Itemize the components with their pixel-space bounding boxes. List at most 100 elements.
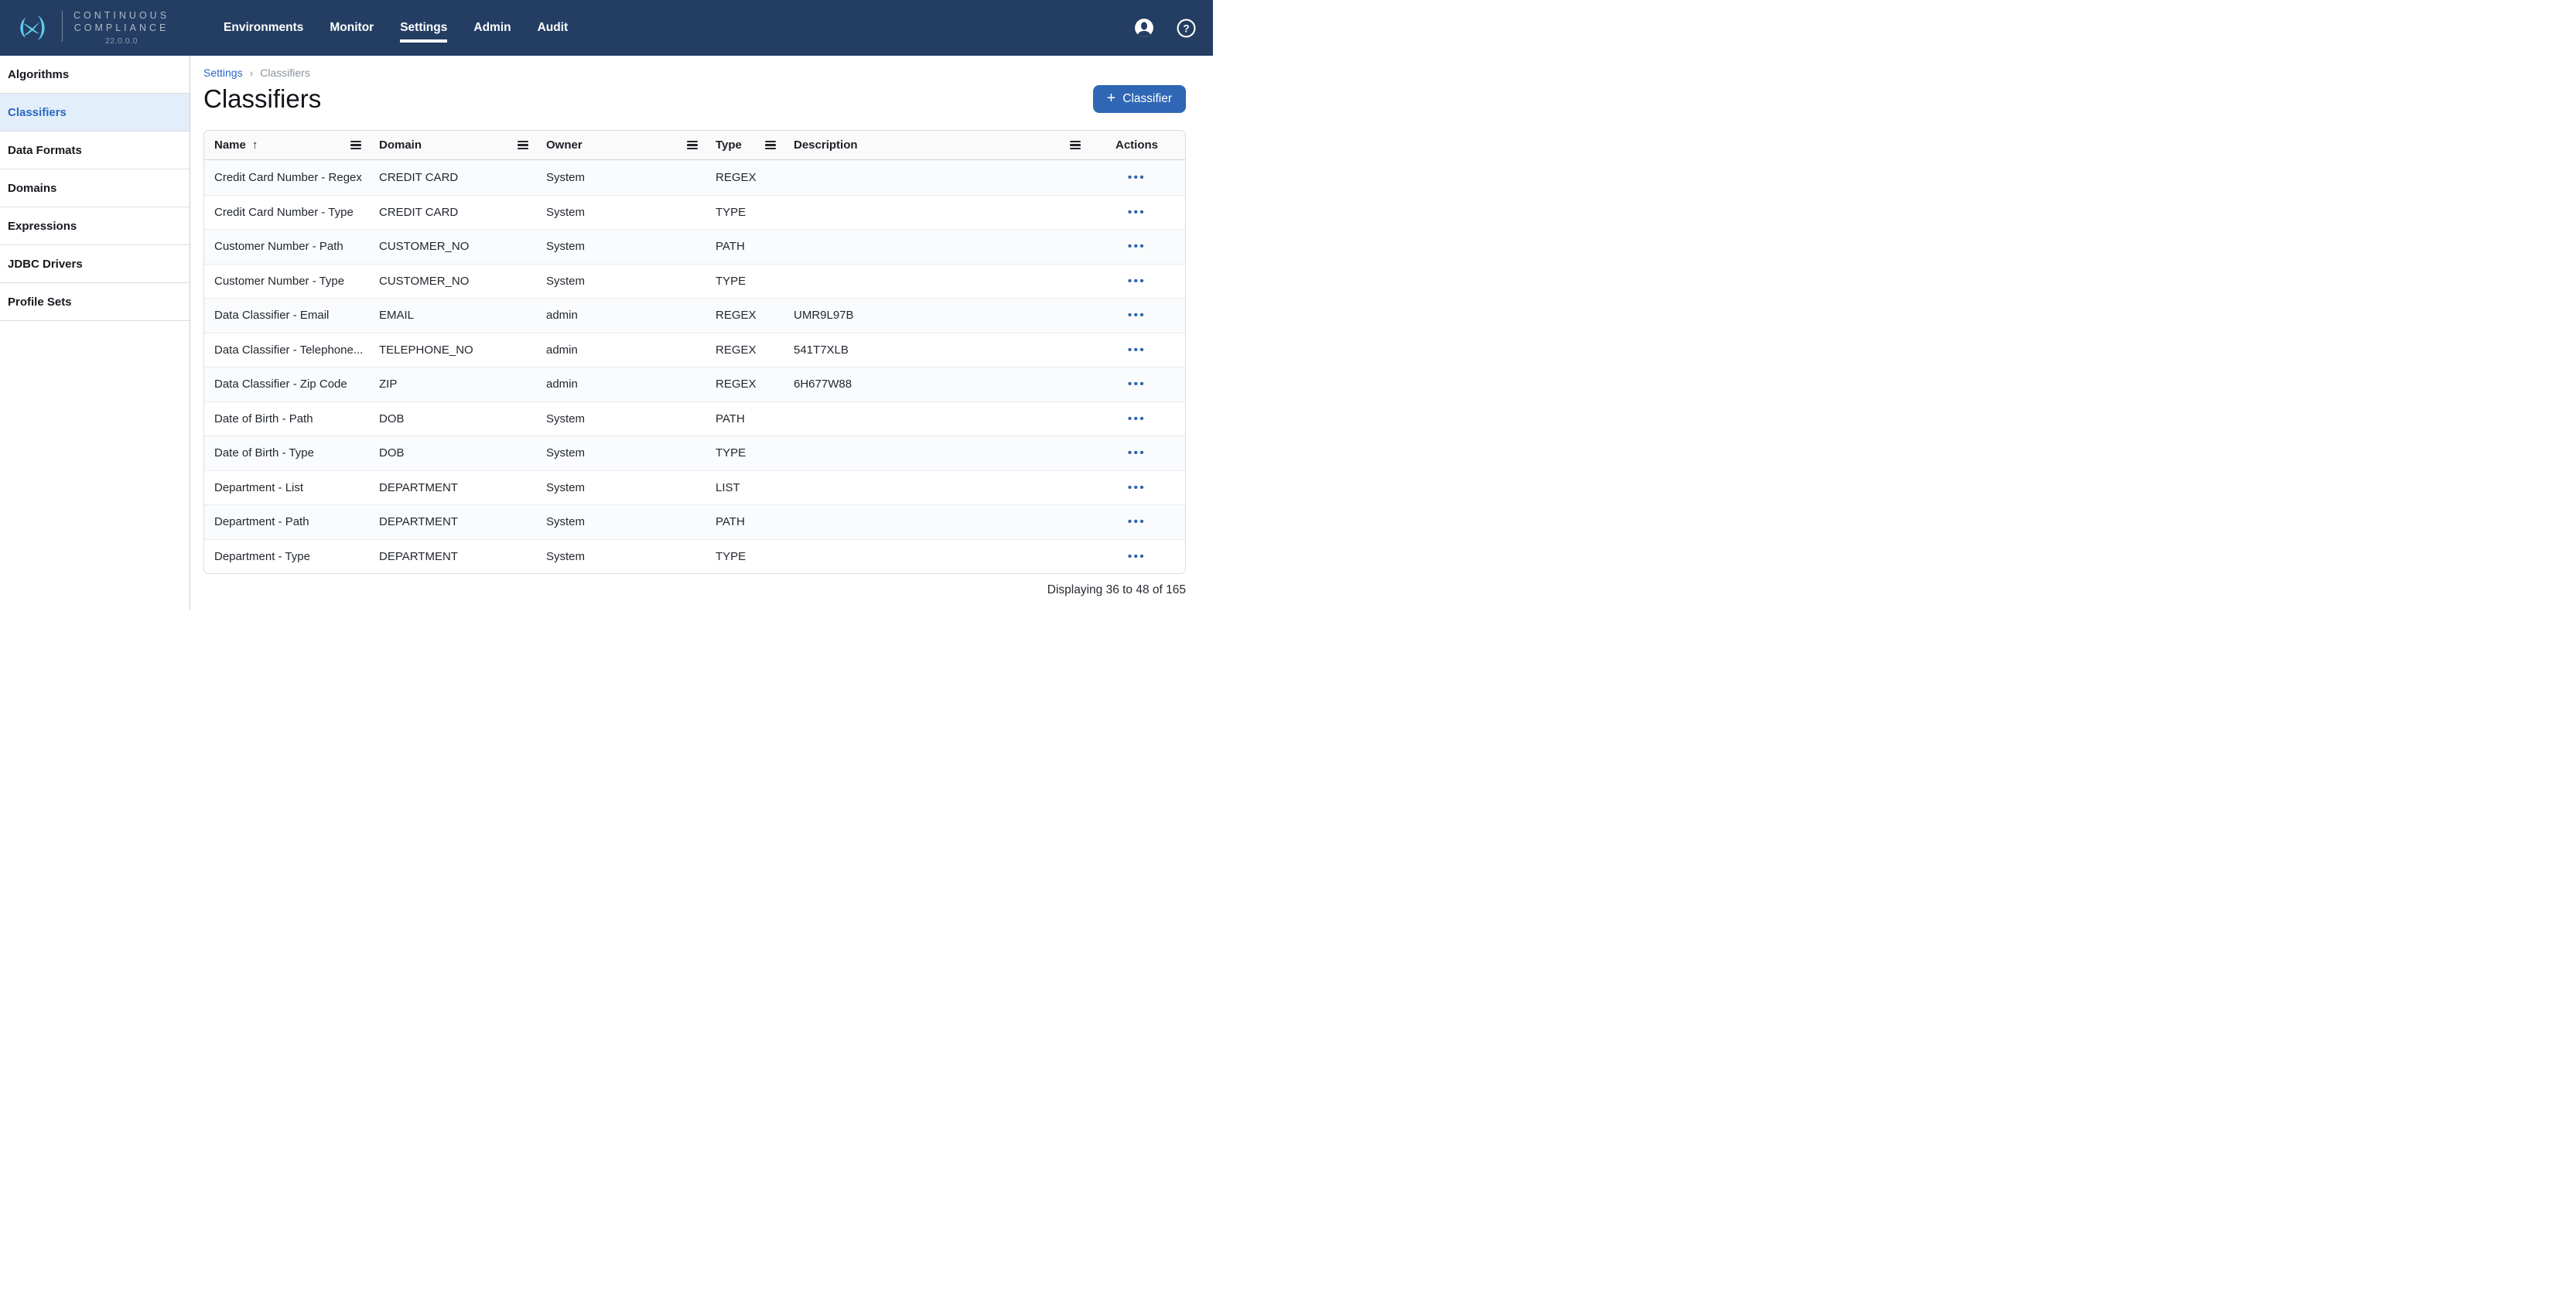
column-menu-icon[interactable] bbox=[687, 141, 698, 150]
cell-domain: CUSTOMER_NO bbox=[369, 275, 536, 288]
sidebar-item-label: Classifiers bbox=[8, 106, 67, 119]
cell-description: 541T7XLB bbox=[784, 343, 1088, 357]
cell-name: Customer Number - Type bbox=[204, 275, 369, 288]
row-actions-button[interactable]: ••• bbox=[1128, 550, 1146, 563]
sidebar-item-data-formats[interactable]: Data Formats bbox=[0, 132, 190, 169]
cell-type: PATH bbox=[705, 515, 784, 528]
row-actions-button[interactable]: ••• bbox=[1128, 412, 1146, 425]
column-header-owner[interactable]: Owner bbox=[536, 131, 705, 159]
logo-divider bbox=[62, 11, 63, 42]
cell-owner: admin bbox=[536, 378, 705, 391]
table-row: Data Classifier - Zip Code ZIP admin REG… bbox=[204, 367, 1185, 401]
brand-text: CONTINUOUS COMPLIANCE 22.0.0.0 bbox=[73, 10, 169, 46]
sidebar-item-classifiers[interactable]: Classifiers bbox=[0, 94, 190, 132]
primary-nav: Environments Monitor Settings Admin Audi… bbox=[224, 0, 568, 56]
breadcrumb-chevron-icon: › bbox=[250, 67, 254, 79]
column-menu-icon[interactable] bbox=[518, 141, 528, 150]
table-body: Credit Card Number - Regex CREDIT CARD S… bbox=[204, 160, 1185, 573]
nav-item-monitor[interactable]: Monitor bbox=[330, 0, 374, 56]
sidebar-item-label: Profile Sets bbox=[8, 296, 72, 309]
column-label: Actions bbox=[1115, 138, 1158, 152]
row-actions-button[interactable]: ••• bbox=[1128, 275, 1146, 288]
column-menu-icon[interactable] bbox=[350, 141, 361, 150]
sidebar-item-expressions[interactable]: Expressions bbox=[0, 207, 190, 245]
cell-domain: CREDIT CARD bbox=[369, 206, 536, 219]
nav-item-settings[interactable]: Settings bbox=[400, 0, 447, 56]
cell-description: 6H677W88 bbox=[784, 378, 1088, 391]
sidebar-item-profile-sets[interactable]: Profile Sets bbox=[0, 283, 190, 321]
row-actions-button[interactable]: ••• bbox=[1128, 446, 1146, 460]
row-actions-button[interactable]: ••• bbox=[1128, 378, 1146, 391]
nav-item-admin[interactable]: Admin bbox=[473, 0, 511, 56]
help-icon[interactable]: ? bbox=[1176, 18, 1196, 38]
column-header-type[interactable]: Type bbox=[705, 131, 784, 159]
row-actions-button[interactable]: ••• bbox=[1128, 343, 1146, 357]
cell-domain: DEPARTMENT bbox=[369, 515, 536, 528]
column-label: Owner bbox=[546, 138, 583, 152]
table-row: Date of Birth - Path DOB System PATH ••• bbox=[204, 401, 1185, 436]
breadcrumb-settings-link[interactable]: Settings bbox=[203, 67, 243, 79]
row-actions-button[interactable]: ••• bbox=[1128, 309, 1146, 322]
plus-icon: + bbox=[1107, 91, 1116, 106]
column-header-name[interactable]: Name ↑ bbox=[204, 131, 369, 159]
cell-domain: CUSTOMER_NO bbox=[369, 240, 536, 253]
column-header-description[interactable]: Description bbox=[784, 131, 1088, 159]
breadcrumb-current: Classifiers bbox=[260, 67, 310, 79]
cell-type: TYPE bbox=[705, 446, 784, 460]
settings-sidebar: Algorithms Classifiers Data Formats Doma… bbox=[0, 56, 190, 610]
cell-domain: DOB bbox=[369, 446, 536, 460]
cell-type: REGEX bbox=[705, 171, 784, 184]
cell-owner: System bbox=[536, 446, 705, 460]
cell-name: Data Classifier - Zip Code bbox=[204, 378, 369, 391]
cell-type: TYPE bbox=[705, 550, 784, 563]
add-classifier-label: Classifier bbox=[1122, 92, 1172, 106]
cell-name: Customer Number - Path bbox=[204, 240, 369, 253]
row-actions-button[interactable]: ••• bbox=[1128, 171, 1146, 184]
pagination-status: Displaying 36 to 48 of 165 bbox=[203, 583, 1186, 597]
cell-type: REGEX bbox=[705, 343, 784, 357]
sidebar-item-jdbc-drivers[interactable]: JDBC Drivers bbox=[0, 245, 190, 283]
nav-item-audit[interactable]: Audit bbox=[538, 0, 569, 56]
cell-owner: admin bbox=[536, 309, 705, 322]
row-actions-button[interactable]: ••• bbox=[1128, 240, 1146, 253]
column-label: Domain bbox=[379, 138, 422, 152]
add-classifier-button[interactable]: + Classifier bbox=[1093, 85, 1186, 113]
cell-name: Date of Birth - Type bbox=[204, 446, 369, 460]
cell-name: Credit Card Number - Type bbox=[204, 206, 369, 219]
column-menu-icon[interactable] bbox=[765, 141, 776, 150]
cell-owner: System bbox=[536, 481, 705, 494]
sidebar-item-label: Data Formats bbox=[8, 144, 82, 157]
cell-name: Data Classifier - Email bbox=[204, 309, 369, 322]
classifiers-table: Name ↑ Domain Owner Type bbox=[203, 130, 1186, 574]
cell-description: UMR9L97B bbox=[784, 309, 1088, 322]
table-header-row: Name ↑ Domain Owner Type bbox=[204, 131, 1185, 160]
brand-line2: COMPLIANCE bbox=[74, 22, 169, 35]
nav-item-environments[interactable]: Environments bbox=[224, 0, 303, 56]
cell-owner: admin bbox=[536, 343, 705, 357]
table-row: Department - Path DEPARTMENT System PATH… bbox=[204, 504, 1185, 539]
sidebar-item-algorithms[interactable]: Algorithms bbox=[0, 56, 190, 94]
user-account-icon[interactable] bbox=[1134, 18, 1154, 38]
table-row: Customer Number - Type CUSTOMER_NO Syste… bbox=[204, 264, 1185, 299]
title-row: Classifiers + Classifier bbox=[203, 84, 1186, 114]
column-label: Description bbox=[794, 138, 858, 152]
column-header-domain[interactable]: Domain bbox=[369, 131, 536, 159]
cell-owner: System bbox=[536, 412, 705, 425]
cell-domain: DOB bbox=[369, 412, 536, 425]
row-actions-button[interactable]: ••• bbox=[1128, 206, 1146, 219]
table-row: Data Classifier - Telephone... TELEPHONE… bbox=[204, 333, 1185, 367]
cell-domain: ZIP bbox=[369, 378, 536, 391]
row-actions-button[interactable]: ••• bbox=[1128, 481, 1146, 494]
cell-domain: TELEPHONE_NO bbox=[369, 343, 536, 357]
column-menu-icon[interactable] bbox=[1070, 141, 1081, 150]
row-actions-button[interactable]: ••• bbox=[1128, 515, 1146, 528]
table-row: Credit Card Number - Type CREDIT CARD Sy… bbox=[204, 195, 1185, 230]
cell-name: Date of Birth - Path bbox=[204, 412, 369, 425]
table-row: Date of Birth - Type DOB System TYPE ••• bbox=[204, 436, 1185, 470]
cell-type: PATH bbox=[705, 240, 784, 253]
cell-type: LIST bbox=[705, 481, 784, 494]
cell-domain: DEPARTMENT bbox=[369, 550, 536, 563]
sidebar-item-domains[interactable]: Domains bbox=[0, 169, 190, 207]
sort-asc-icon[interactable]: ↑ bbox=[252, 138, 258, 152]
table-row: Credit Card Number - Regex CREDIT CARD S… bbox=[204, 160, 1185, 195]
